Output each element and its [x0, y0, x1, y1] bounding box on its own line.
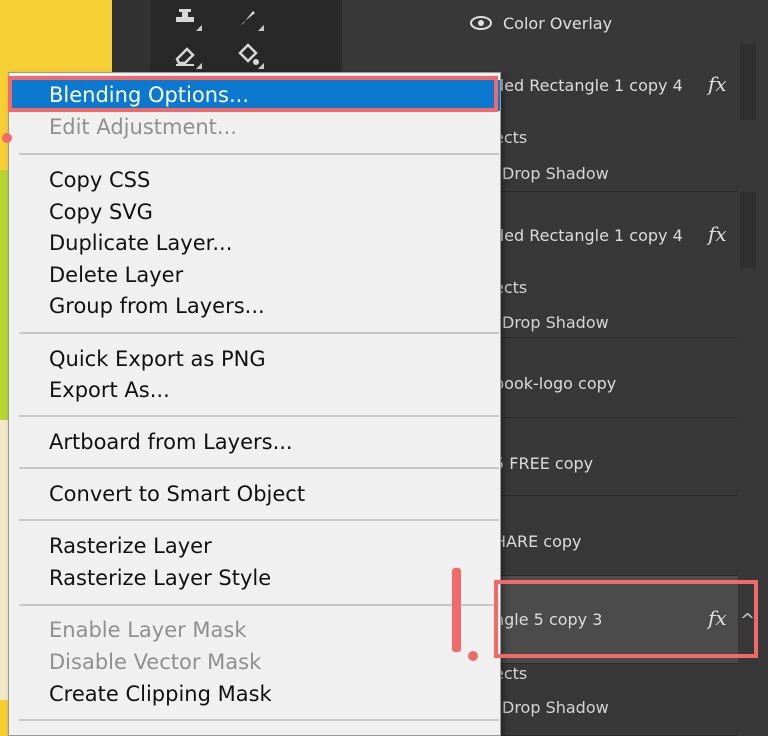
scrollbar-track[interactable] [740, 44, 756, 120]
menu-item-group-from-layers[interactable]: Group from Layers... [10, 291, 500, 322]
menu-item-copy-svg[interactable]: Copy SVG [10, 197, 500, 228]
layer-name: HARE copy [494, 532, 582, 551]
annotation-dot [2, 133, 12, 143]
menu-separator [19, 719, 499, 721]
menu-separator [19, 153, 499, 155]
layer-name: 5 FREE copy [494, 454, 594, 473]
drop-shadow-effect[interactable]: Drop Shadow [502, 698, 609, 717]
photoshop-screenshot: ◢ ◢ ◢ ◢ Color Overlay ded Rectangle 1 co… [0, 0, 768, 736]
menu-item-convert-smart-object[interactable]: Convert to Smart Object [10, 479, 500, 510]
layer-name: ded Rectangle 1 copy 4 [494, 226, 683, 245]
context-menu: Blending Options... Edit Adjustment... C… [8, 72, 501, 736]
fx-icon[interactable]: fx [708, 72, 727, 96]
menu-item-rasterize-layer[interactable]: Rasterize Layer [10, 531, 500, 562]
menu-item-disable-vector-mask[interactable]: Disable Vector Mask [10, 647, 500, 678]
drop-shadow-effect[interactable]: Drop Shadow [502, 164, 609, 183]
color-overlay-label: Color Overlay [503, 14, 613, 33]
menu-item-artboard-from-layers[interactable]: Artboard from Layers... [10, 427, 500, 458]
menu-item-copy-css[interactable]: Copy CSS [10, 165, 500, 196]
paint-bucket-icon[interactable]: ◢ [230, 38, 264, 72]
menu-separator [19, 467, 499, 469]
menu-separator [19, 332, 499, 334]
menu-item-enable-layer-mask[interactable]: Enable Layer Mask [10, 615, 500, 646]
highlight-box-selected-layer [494, 580, 758, 658]
eye-icon[interactable] [470, 16, 492, 30]
menu-item-create-clipping-mask[interactable]: Create Clipping Mask [10, 679, 500, 710]
brush-icon[interactable]: ◢ [230, 0, 264, 34]
menu-item-rasterize-layer-style[interactable]: Rasterize Layer Style [10, 563, 500, 594]
menu-item-duplicate-layer[interactable]: Duplicate Layer... [10, 228, 500, 259]
menu-item-quick-export[interactable]: Quick Export as PNG [10, 344, 500, 375]
menu-item-delete-layer[interactable]: Delete Layer [10, 260, 500, 291]
menu-item-export-as[interactable]: Export As... [10, 375, 500, 406]
menu-separator [19, 415, 499, 417]
stamp-icon[interactable]: ◢ [168, 0, 202, 34]
fx-icon[interactable]: fx [708, 222, 727, 246]
layer-name: book-logo copy [494, 374, 617, 393]
eraser-icon[interactable]: ◢ [168, 38, 202, 72]
annotation-step-one [452, 568, 461, 652]
highlight-box-blending-options [8, 76, 498, 112]
menu-separator [19, 519, 499, 521]
annotation-dot [468, 651, 478, 661]
menu-item-edit-adjustment[interactable]: Edit Adjustment... [10, 112, 500, 143]
layer-name: ded Rectangle 1 copy 4 [494, 76, 683, 95]
scrollbar-track[interactable] [740, 192, 756, 268]
menu-separator [19, 604, 499, 606]
drop-shadow-effect[interactable]: Drop Shadow [502, 313, 609, 332]
